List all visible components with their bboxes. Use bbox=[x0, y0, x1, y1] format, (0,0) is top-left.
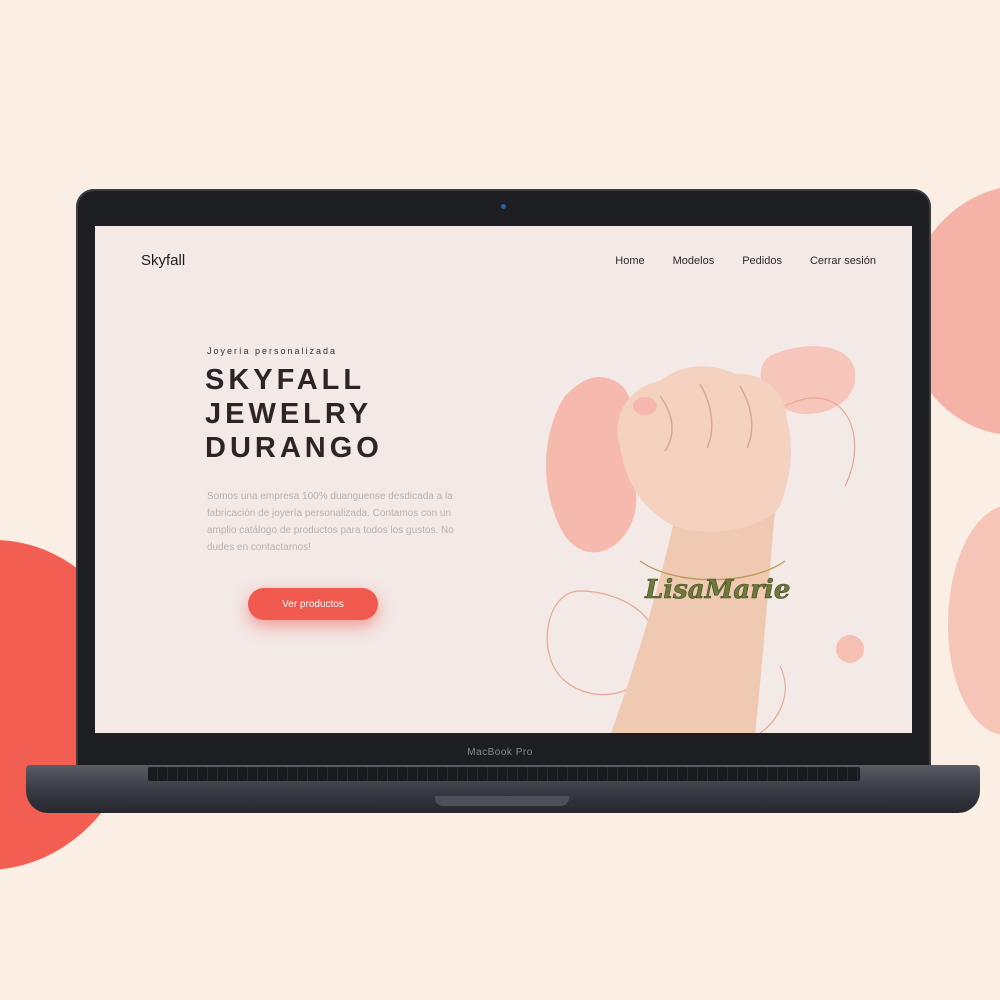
keyboard-edge bbox=[148, 767, 860, 781]
nav-pedidos[interactable]: Pedidos bbox=[742, 255, 782, 267]
hero-title-line: DURANGO bbox=[205, 432, 383, 464]
laptop-screen: Skyfall Home Modelos Pedidos Cerrar sesi… bbox=[95, 226, 912, 733]
nav-modelos[interactable]: Modelos bbox=[673, 255, 715, 267]
bracelet-nameplate: LisaMarie bbox=[644, 575, 790, 605]
nav-cerrar-sesion[interactable]: Cerrar sesión bbox=[810, 255, 876, 267]
site-logo[interactable]: Skyfall bbox=[141, 252, 185, 269]
webcam-icon bbox=[501, 204, 506, 209]
fingernail-shape bbox=[633, 397, 657, 415]
hero-illustration: LisaMarie bbox=[546, 346, 864, 733]
arm-shape bbox=[611, 511, 775, 733]
hero-eyebrow: Joyería personalizada bbox=[207, 346, 338, 356]
mockup-stage: Skyfall Home Modelos Pedidos Cerrar sesi… bbox=[0, 0, 1000, 1000]
pink-blob-shape bbox=[546, 376, 637, 553]
nav-home[interactable]: Home bbox=[615, 255, 644, 267]
lid-notch bbox=[435, 796, 569, 806]
device-label: MacBook Pro bbox=[467, 747, 533, 758]
main-nav: Home Modelos Pedidos Cerrar sesión bbox=[615, 255, 876, 267]
pink-dot-shape bbox=[836, 635, 864, 663]
ver-productos-button[interactable]: Ver productos bbox=[248, 588, 378, 620]
hero-description: Somos una empresa 100% duanguense desdic… bbox=[207, 491, 454, 553]
hero-title: SKYFALL JEWELRY DURANGO bbox=[205, 363, 383, 465]
background-pink-blob bbox=[948, 505, 1000, 735]
hero-title-line: SKYFALL bbox=[205, 364, 366, 396]
hero-title-line: JEWELRY bbox=[205, 398, 373, 430]
